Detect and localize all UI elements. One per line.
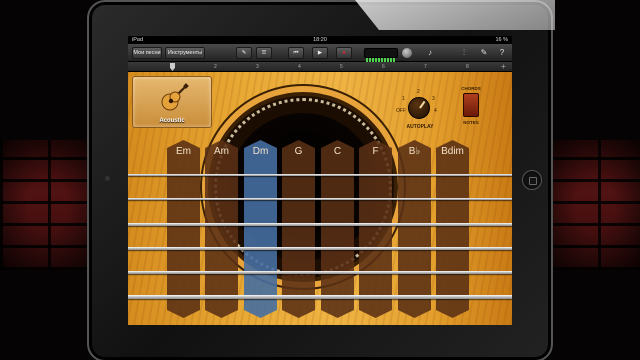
metronome-icon[interactable]: ♪ bbox=[424, 47, 436, 59]
chord-strip-em[interactable] bbox=[167, 140, 200, 318]
garageband-screen: iPad 18:20 16 % Мои песни Инструменты ✎ … bbox=[128, 36, 512, 325]
guitar-string[interactable] bbox=[128, 271, 512, 274]
chord-label: Bdim bbox=[441, 146, 464, 157]
track-view-icon[interactable]: ☰ bbox=[256, 47, 272, 59]
chord-strip-g[interactable] bbox=[282, 140, 315, 318]
chord-strip-dm[interactable] bbox=[244, 140, 277, 318]
volume-knob-icon[interactable] bbox=[402, 48, 412, 58]
autoplay-label: AUTOPLAY bbox=[406, 124, 434, 130]
chord-label: G bbox=[294, 146, 303, 157]
help-icon[interactable]: ? bbox=[496, 47, 508, 59]
chord-strip-am[interactable] bbox=[205, 140, 238, 318]
autoplay-position-label: 1 bbox=[402, 96, 405, 102]
autoplay-knob[interactable] bbox=[408, 97, 430, 119]
instrument-name: Acoustic bbox=[159, 118, 185, 124]
toolbar: Мои песни Инструменты ✎ ☰ ⏮ ▶ ● ♪ ⫶ ✎ ? bbox=[128, 44, 512, 62]
ruler-mark: 2 bbox=[214, 64, 217, 70]
home-button[interactable] bbox=[522, 170, 542, 190]
chord-label: Am bbox=[214, 146, 229, 157]
chords-notes-toggle[interactable]: CHORDS NOTES bbox=[458, 86, 484, 130]
clock: 18:20 bbox=[313, 37, 327, 43]
play-icon[interactable]: ▶ bbox=[312, 47, 328, 59]
guitar-string[interactable] bbox=[128, 198, 512, 200]
chord-strip-bb[interactable] bbox=[398, 140, 431, 318]
screen-glare bbox=[355, 0, 555, 30]
autoplay-control[interactable]: OFF 1 2 3 4 AUTOPLAY bbox=[396, 88, 444, 134]
brick-wall-right bbox=[550, 140, 640, 270]
chord-strip-bdim[interactable] bbox=[436, 140, 469, 318]
guitar-string[interactable] bbox=[128, 295, 512, 299]
chords-label: CHORDS bbox=[461, 86, 481, 91]
guitar-string[interactable] bbox=[128, 247, 512, 250]
status-bar: iPad 18:20 16 % bbox=[128, 36, 512, 44]
timeline-ruler[interactable]: 1 2 3 4 5 6 7 8 + bbox=[128, 62, 512, 72]
autoplay-off-label: OFF bbox=[396, 108, 406, 114]
acoustic-guitar-icon bbox=[161, 83, 189, 111]
ruler-mark: 3 bbox=[256, 64, 259, 70]
chord-label: F bbox=[372, 146, 379, 157]
chords-notes-switch[interactable] bbox=[463, 93, 479, 117]
ruler-mark: 5 bbox=[340, 64, 343, 70]
instruments-button[interactable]: Инструменты bbox=[165, 47, 205, 59]
ruler-mark: 6 bbox=[382, 64, 385, 70]
instrument-selector[interactable]: Acoustic bbox=[132, 76, 212, 128]
chord-label: Em bbox=[176, 146, 191, 157]
chord-strip-c[interactable] bbox=[321, 140, 354, 318]
guitar-pick-icon[interactable]: ✎ bbox=[236, 47, 252, 59]
wrench-icon[interactable]: ✎ bbox=[478, 47, 490, 59]
ruler-mark: 8 bbox=[466, 64, 469, 70]
guitar-string[interactable] bbox=[128, 223, 512, 226]
ruler-mark: 4 bbox=[298, 64, 301, 70]
chord-label: B♭ bbox=[408, 146, 421, 157]
rewind-icon[interactable]: ⏮ bbox=[288, 47, 304, 59]
autoplay-position-label: 3 bbox=[432, 96, 435, 102]
guitar-string[interactable] bbox=[128, 174, 512, 176]
battery-label: 16 % bbox=[495, 37, 508, 43]
add-section-button[interactable]: + bbox=[501, 62, 506, 72]
autoplay-position-label: 2 bbox=[417, 89, 420, 95]
ruler-mark: 7 bbox=[424, 64, 427, 70]
chord-label: C bbox=[333, 146, 342, 157]
my-songs-button[interactable]: Мои песни bbox=[132, 47, 162, 59]
chord-label: Dm bbox=[252, 146, 269, 157]
mixer-icon[interactable]: ⫶ bbox=[458, 47, 470, 59]
chord-strip-f[interactable] bbox=[359, 140, 392, 318]
notes-label: NOTES bbox=[463, 120, 479, 125]
level-meter bbox=[364, 48, 398, 62]
brick-wall-left bbox=[0, 140, 95, 270]
video-frame: iPad 18:20 16 % Мои песни Инструменты ✎ … bbox=[0, 0, 640, 360]
autoplay-position-label: 4 bbox=[434, 108, 437, 114]
camera-dot bbox=[105, 176, 110, 181]
record-icon[interactable]: ● bbox=[336, 47, 352, 59]
